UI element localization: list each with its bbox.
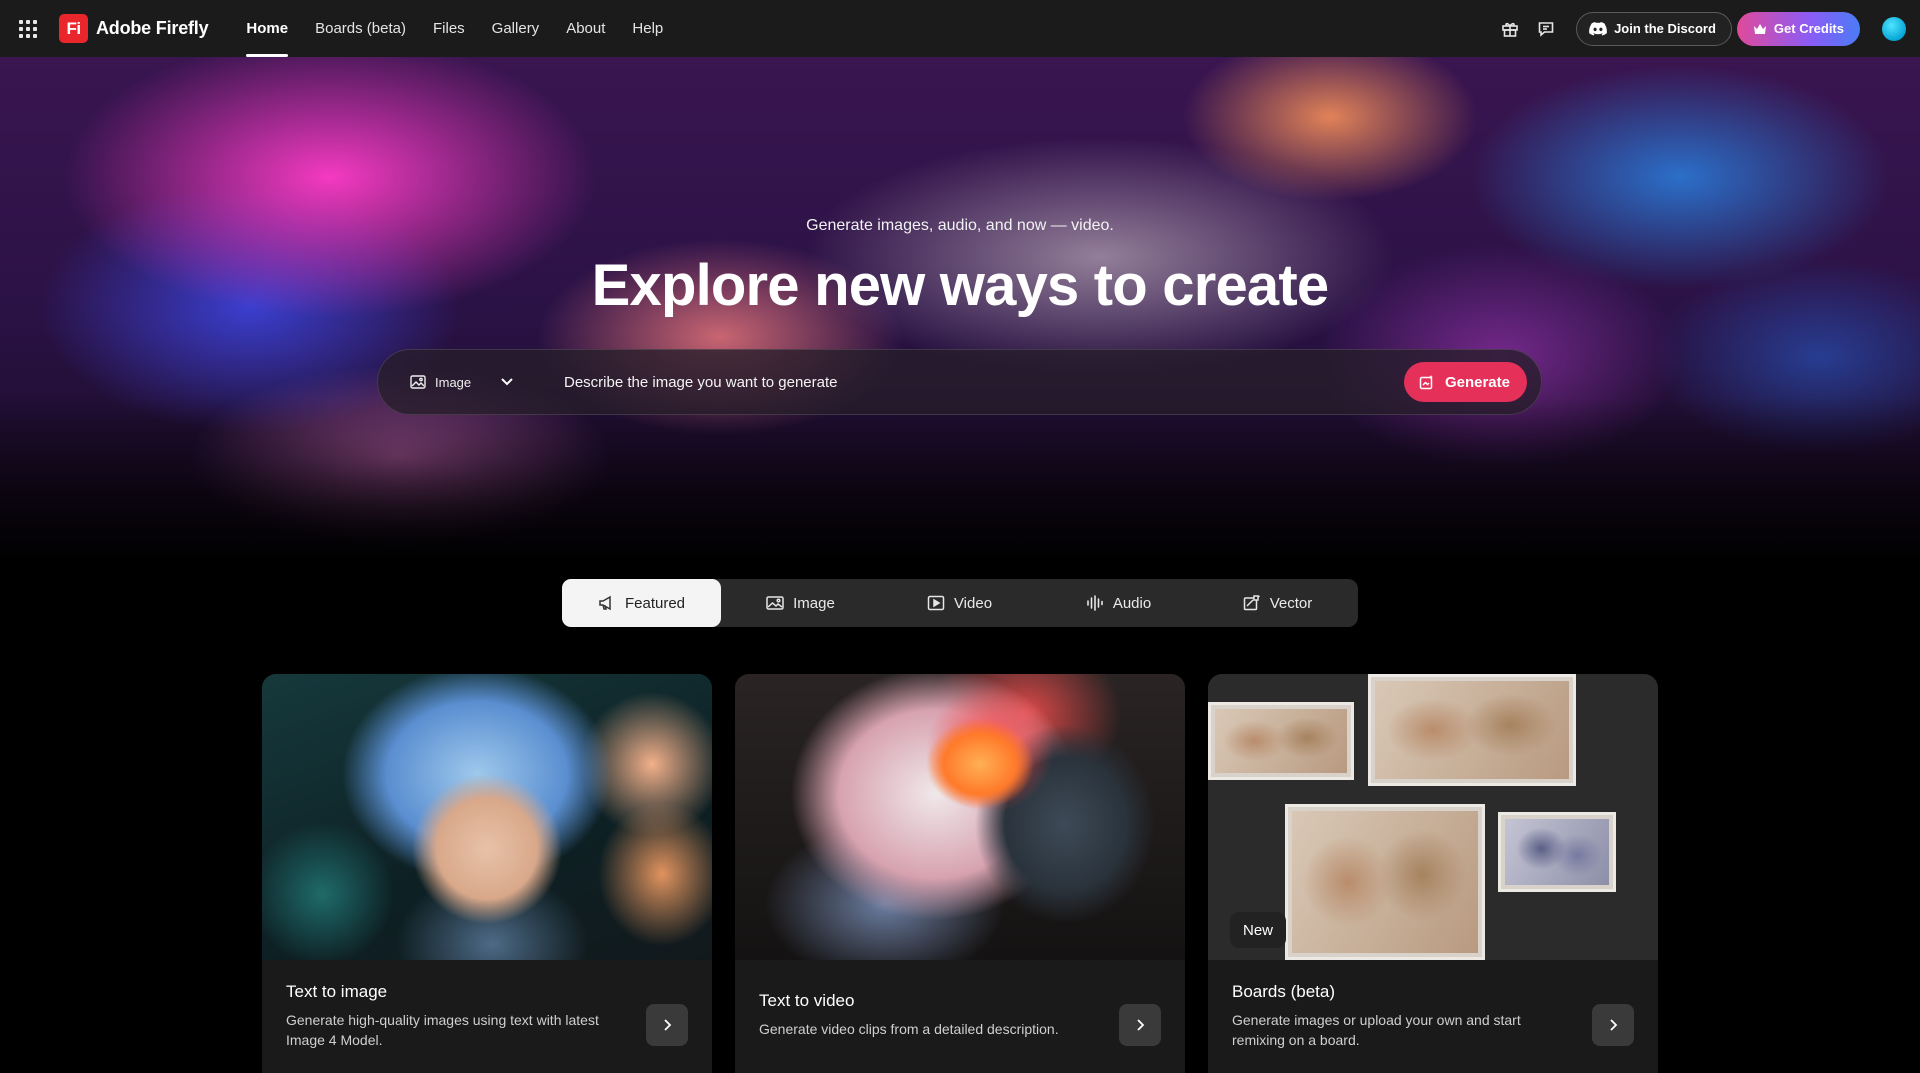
- board-thumbnail: [1368, 674, 1576, 786]
- tab-video[interactable]: Video: [880, 579, 1039, 627]
- card-boards[interactable]: New Boards (beta) Generate images or upl…: [1208, 674, 1658, 1073]
- tab-video-label: Video: [953, 594, 993, 612]
- tab-featured[interactable]: Featured: [562, 579, 721, 627]
- chevron-right-icon: [664, 1019, 672, 1031]
- generate-icon: [1419, 375, 1433, 390]
- brand-link[interactable]: Fi Adobe Firefly: [59, 14, 209, 43]
- generate-label: Generate: [1444, 373, 1510, 391]
- discord-label: Join the Discord: [1614, 21, 1716, 36]
- card-description: Generate images or upload your own and s…: [1232, 1012, 1521, 1048]
- tab-vector[interactable]: Vector: [1198, 579, 1357, 627]
- board-thumbnail: [1498, 812, 1616, 892]
- card-description: Generate video clips from a detailed des…: [759, 1021, 1059, 1037]
- discord-icon: [1589, 21, 1607, 35]
- image-icon: [410, 375, 426, 389]
- card-title: Text to image: [286, 982, 388, 1001]
- nav-gallery[interactable]: Gallery: [492, 0, 540, 57]
- hero-subtitle: Generate images, audio, and now — video.: [806, 217, 1114, 234]
- credits-label: Get Credits: [1773, 21, 1844, 36]
- board-thumbnail: [1285, 804, 1485, 960]
- vector-icon: [1243, 595, 1260, 611]
- firefly-logo: Fi: [59, 14, 88, 43]
- card-arrow-button[interactable]: [1592, 1004, 1634, 1046]
- generation-type-select[interactable]: Image: [410, 375, 540, 390]
- card-text-to-video[interactable]: Text to video Generate video clips from …: [735, 674, 1185, 1073]
- brand-name: Adobe Firefly: [96, 18, 209, 38]
- tab-audio-label: Audio: [1112, 594, 1152, 612]
- chevron-right-icon: [1610, 1019, 1618, 1031]
- gift-icon[interactable]: [1496, 15, 1524, 43]
- top-navigation-bar: Fi Adobe Firefly Home Boards (beta) File…: [0, 0, 1920, 57]
- card-image-text-to-video: [735, 674, 1185, 960]
- card-arrow-button[interactable]: [1119, 1004, 1161, 1046]
- crown-icon: [1753, 23, 1766, 34]
- card-title: Boards (beta): [1232, 982, 1335, 1001]
- card-body: Text to image Generate high-quality imag…: [262, 960, 712, 1073]
- join-discord-button[interactable]: Join the Discord: [1576, 11, 1732, 46]
- card-text-to-image[interactable]: Text to image Generate high-quality imag…: [262, 674, 712, 1073]
- nav-boards[interactable]: Boards (beta): [315, 0, 406, 57]
- hero-banner: Generate images, audio, and now — video.…: [0, 57, 1920, 577]
- top-right-actions: Join the Discord Get Credits: [1496, 0, 1906, 57]
- card-image-boards: New: [1208, 674, 1658, 960]
- chevron-down-icon: [501, 378, 513, 386]
- hero-title: Explore new ways to create: [591, 253, 1330, 318]
- audio-icon: [1087, 595, 1103, 611]
- new-badge: New: [1230, 912, 1287, 948]
- chat-icon[interactable]: [1532, 15, 1560, 43]
- card-body: Text to video Generate video clips from …: [735, 960, 1185, 1073]
- card-arrow-button[interactable]: [646, 1004, 688, 1046]
- get-credits-button[interactable]: Get Credits: [1736, 11, 1860, 46]
- megaphone-icon: [599, 595, 611, 611]
- tab-featured-label: Featured: [624, 594, 686, 612]
- app-switcher-icon[interactable]: [17, 18, 39, 40]
- video-icon: [927, 595, 945, 611]
- generation-type-label: Image: [435, 374, 472, 390]
- nav-home[interactable]: Home: [246, 0, 288, 57]
- card-body: Boards (beta) Generate images or upload …: [1208, 960, 1658, 1073]
- card-image-text-to-image: [262, 674, 712, 960]
- nav-files[interactable]: Files: [433, 0, 465, 57]
- chevron-right-icon: [1137, 1019, 1145, 1031]
- prompt-input[interactable]: [564, 373, 1404, 391]
- card-description: Generate high-quality images using text …: [286, 1012, 599, 1048]
- generate-button[interactable]: Generate: [1403, 362, 1527, 402]
- nav-about[interactable]: About: [566, 0, 605, 57]
- category-tabs: Featured Image Video Audio Vector: [562, 579, 1358, 627]
- main-nav: Home Boards (beta) Files Gallery About H…: [246, 0, 690, 57]
- tab-image[interactable]: Image: [721, 579, 880, 627]
- tab-image-label: Image: [793, 594, 835, 612]
- tab-audio[interactable]: Audio: [1039, 579, 1198, 627]
- prompt-bar: Image Generate: [377, 349, 1542, 415]
- tab-vector-label: Vector: [1269, 594, 1313, 612]
- image-icon: [766, 596, 784, 610]
- card-title: Text to video: [759, 991, 855, 1010]
- user-avatar[interactable]: [1882, 16, 1906, 41]
- board-thumbnail: [1208, 702, 1354, 780]
- nav-help[interactable]: Help: [632, 0, 663, 57]
